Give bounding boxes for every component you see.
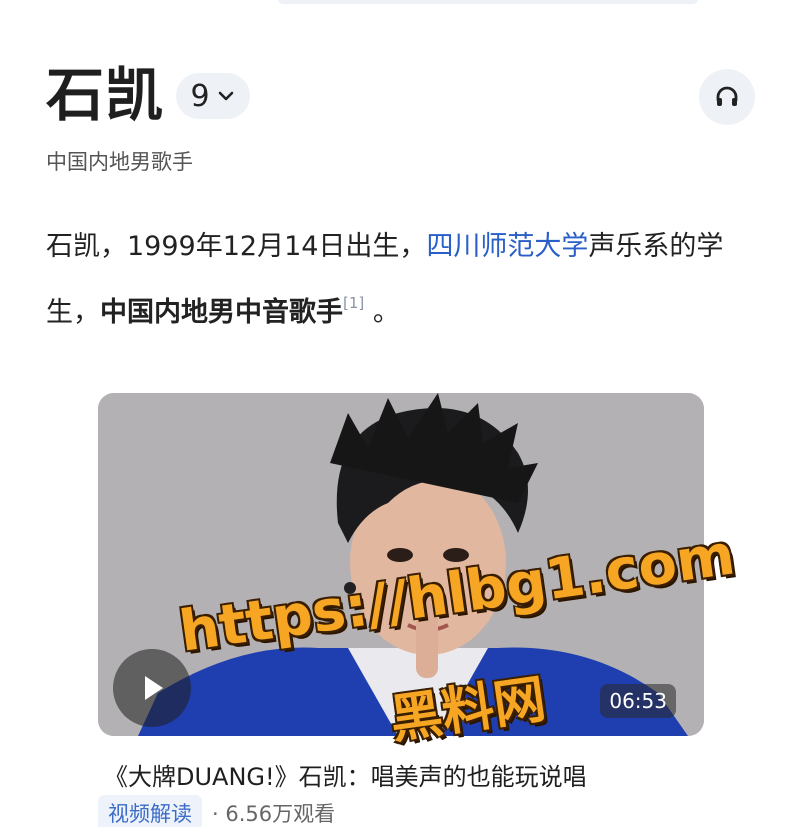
top-search-bar[interactable] bbox=[278, 0, 698, 4]
entry-title: 石凯 bbox=[46, 61, 165, 129]
play-icon bbox=[145, 676, 163, 700]
video-thumbnail[interactable]: 06:53 bbox=[98, 393, 704, 736]
chevron-down-icon bbox=[218, 91, 233, 101]
entry-subtitle: 中国内地男歌手 bbox=[46, 150, 193, 174]
version-count: 9 bbox=[190, 78, 210, 114]
university-link[interactable]: 四川师范大学 bbox=[426, 231, 588, 262]
audio-play-button[interactable] bbox=[699, 69, 755, 125]
video-duration: 06:53 bbox=[600, 684, 676, 718]
video-title-link[interactable]: 《大牌DUANG!》石凯：唱美声的也能玩说唱 bbox=[104, 757, 587, 792]
intro-bold-text: 中国内地男中音歌手 bbox=[100, 297, 343, 328]
video-category-tag[interactable]: 视频解读 bbox=[98, 795, 202, 827]
version-selector-button[interactable]: 9 bbox=[176, 73, 250, 119]
video-view-count: · 6.56万观看 bbox=[212, 802, 336, 826]
reference-link[interactable]: [1] bbox=[343, 294, 364, 312]
headphones-icon bbox=[716, 86, 738, 106]
play-button[interactable] bbox=[113, 649, 191, 727]
video-meta-row: 视频解读 · 6.56万观看 bbox=[98, 795, 335, 827]
page: 石凯 9 中国内地男歌手 石凯，1999年12月14日出生，四川师范大学声乐系的… bbox=[0, 0, 800, 827]
intro-text-end: 。 bbox=[364, 297, 400, 328]
intro-text-1: 石凯，1999年12月14日出生， bbox=[46, 231, 427, 262]
intro-paragraph: 石凯，1999年12月14日出生，四川师范大学声乐系的学生，中国内地男中音歌手[… bbox=[46, 218, 766, 341]
